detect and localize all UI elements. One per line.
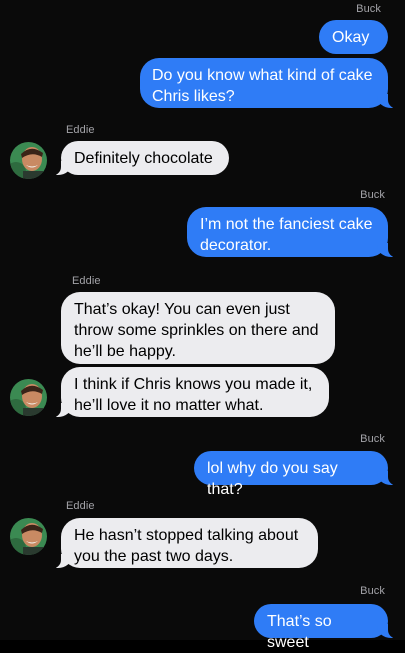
avatar[interactable] [10, 379, 47, 416]
person-photo-icon [10, 518, 47, 555]
message-bubble-incoming[interactable]: Definitely chocolate [49, 141, 229, 176]
message-text: He hasn’t stopped talking about you the … [74, 527, 299, 565]
message-text: I’m not the fanciest cake decorator. [200, 216, 373, 254]
message-text: lol why do you say that? [207, 460, 338, 498]
message-bubble-outgoing[interactable]: lol why do you say that? [194, 451, 400, 498]
person-photo-icon [10, 142, 47, 179]
message-text: Definitely chocolate [74, 150, 213, 167]
conversation-view[interactable]: Buck Okay Do you know what kind of cake … [0, 0, 405, 651]
message-bubble-incoming[interactable]: He hasn’t stopped talking about you the … [49, 518, 318, 569]
sender-label: Buck [360, 433, 385, 445]
message-bubble-incoming[interactable]: That’s okay! You can even just throw som… [61, 292, 335, 364]
message-bubble-incoming[interactable]: I think if Chris knows you made it, he’l… [49, 367, 329, 418]
sender-label: Buck [356, 3, 381, 15]
message-text: Okay [332, 29, 370, 46]
message-text: I think if Chris knows you made it, he’l… [74, 376, 313, 414]
message-text: That’s okay! You can even just throw som… [74, 301, 319, 360]
sender-label: Buck [360, 189, 385, 201]
message-bubble-outgoing[interactable]: Okay [319, 20, 388, 54]
sender-label: Eddie [66, 500, 95, 512]
message-bubble-outgoing[interactable]: I’m not the fanciest cake decorator. [187, 207, 400, 258]
message-bubble-outgoing[interactable]: Do you know what kind of cake Chris like… [140, 58, 400, 109]
sender-label: Eddie [72, 275, 101, 287]
message-bubble-outgoing[interactable]: That’s so sweet [254, 604, 400, 651]
sender-label: Buck [360, 585, 385, 597]
person-photo-icon [10, 379, 47, 416]
avatar[interactable] [10, 142, 47, 179]
avatar[interactable] [10, 518, 47, 555]
message-text: That’s so sweet [267, 613, 332, 651]
message-text: Do you know what kind of cake Chris like… [152, 67, 373, 105]
sender-label: Eddie [66, 124, 95, 136]
